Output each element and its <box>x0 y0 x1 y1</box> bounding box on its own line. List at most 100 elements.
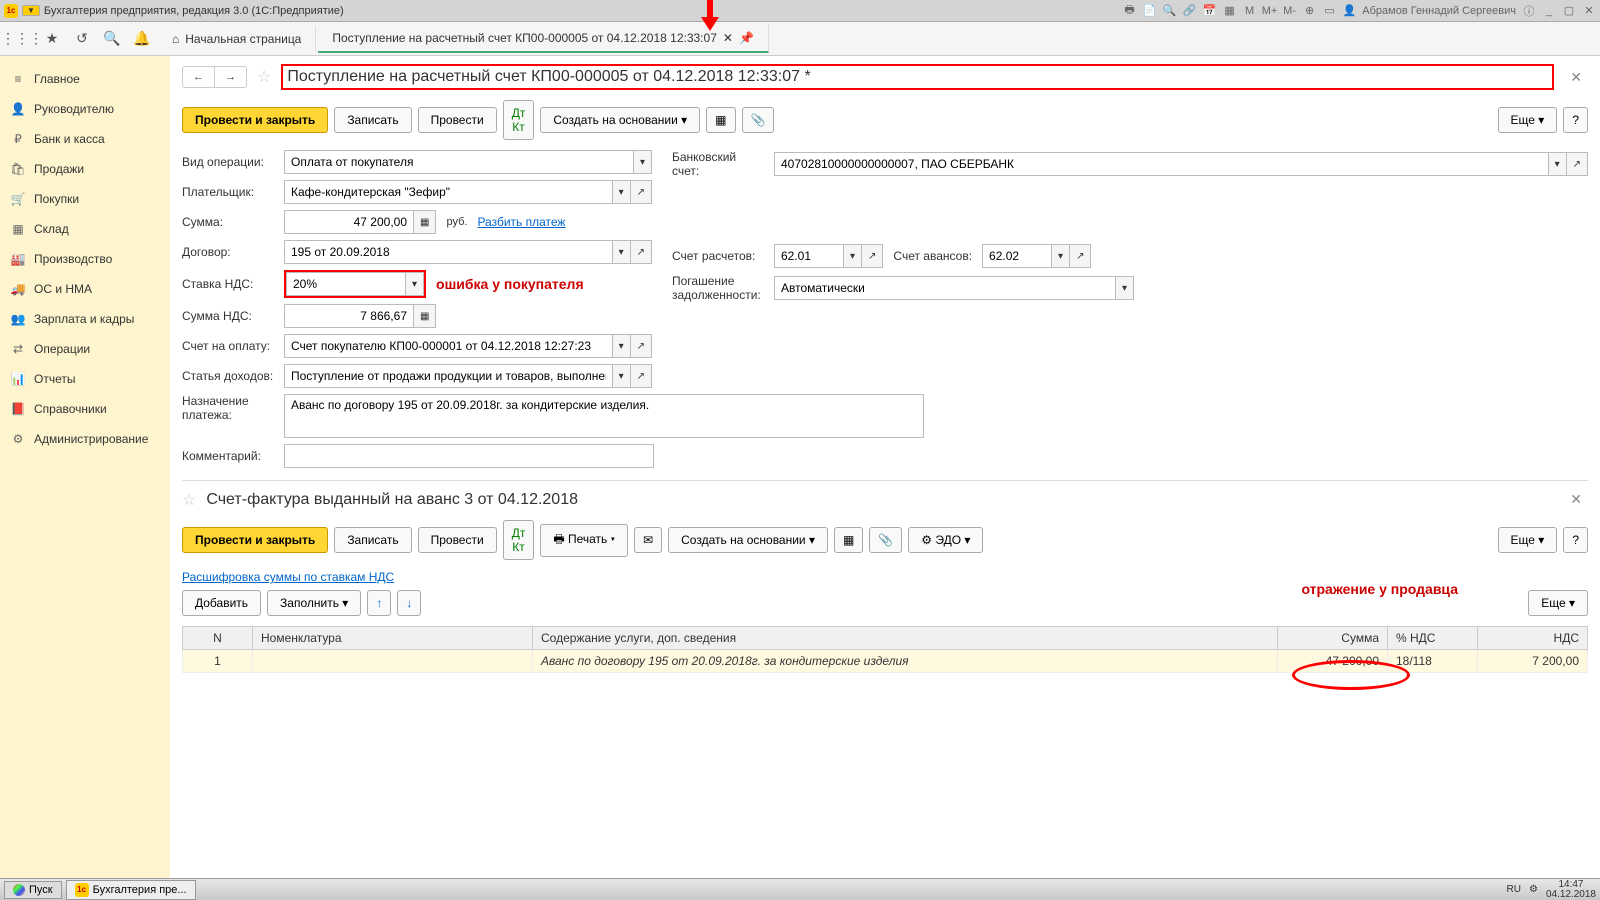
doc2-email-button[interactable]: ✉ <box>634 527 662 553</box>
operation-dropdown[interactable]: ▾ <box>634 150 652 174</box>
sidebar-item-reports[interactable]: 📊Отчеты <box>0 364 170 394</box>
calc-icon[interactable]: 📅 <box>1203 4 1217 18</box>
advance-account-input[interactable] <box>982 244 1052 268</box>
settle-account-input[interactable] <box>774 244 844 268</box>
comment-input[interactable] <box>284 444 654 468</box>
fill-button[interactable]: Заполнить ▾ <box>267 590 361 616</box>
post-button[interactable]: Провести <box>418 107 497 133</box>
magnify-icon[interactable]: 🔍 <box>98 25 126 53</box>
m-icon[interactable]: M <box>1243 4 1257 18</box>
doc2-dt-kt-button[interactable]: ДтКт <box>503 520 535 560</box>
close-icon[interactable]: ✕ <box>1582 4 1596 18</box>
dt-kt-button[interactable]: ДтКт <box>503 100 535 140</box>
tab-current-doc[interactable]: Поступление на расчетный счет КП00-00000… <box>318 25 769 53</box>
doc2-attach-button[interactable]: 📎 <box>869 527 902 553</box>
sidebar-item-assets[interactable]: 🚚ОС и НМА <box>0 274 170 304</box>
tray-icon[interactable]: ⚙ <box>1529 884 1538 895</box>
advance-open[interactable]: ↗ <box>1070 244 1091 268</box>
advance-dropdown[interactable]: ▾ <box>1052 244 1070 268</box>
sidebar-item-sales[interactable]: 🛍Продажи <box>0 154 170 184</box>
doc2-print-button[interactable]: 🖶 Печать ▾ <box>540 524 628 557</box>
star-icon[interactable]: ★ <box>38 25 66 53</box>
tab-close-icon[interactable]: ✕ <box>723 31 733 45</box>
invoice-input[interactable] <box>284 334 613 358</box>
nav-forward[interactable]: → <box>215 67 246 87</box>
taskbar-app-button[interactable]: 1c Бухгалтерия пре... <box>66 880 196 900</box>
print-icon[interactable]: 🖶 <box>1123 4 1137 18</box>
doc2-star-icon[interactable]: ☆ <box>182 490 196 510</box>
bank-account-input[interactable] <box>774 152 1549 176</box>
m-minus-icon[interactable]: M- <box>1283 4 1297 18</box>
doc2-create-based-button[interactable]: Создать на основании ▾ <box>668 527 828 553</box>
move-up-button[interactable]: ↑ <box>367 590 391 616</box>
m-plus-icon[interactable]: M+ <box>1263 4 1277 18</box>
payer-dropdown[interactable]: ▾ <box>613 180 631 204</box>
payer-open[interactable]: ↗ <box>631 180 652 204</box>
doc2-post-close-button[interactable]: Провести и закрыть <box>182 527 328 553</box>
settle-open[interactable]: ↗ <box>862 244 883 268</box>
operation-input[interactable] <box>284 150 634 174</box>
maximize-icon[interactable]: ▢ <box>1562 4 1576 18</box>
doc2-structure-button[interactable]: ▦ <box>834 527 863 553</box>
nav-back[interactable]: ← <box>183 67 215 87</box>
income-input[interactable] <box>284 364 613 388</box>
sum-input[interactable] <box>284 210 414 234</box>
sidebar-item-operations[interactable]: ⇄Операции <box>0 334 170 364</box>
purpose-textarea[interactable]: Аванс по договору 195 от 20.09.2018г. за… <box>284 394 924 438</box>
debt-input[interactable] <box>774 276 1116 300</box>
payer-input[interactable] <box>284 180 613 204</box>
search-icon[interactable]: 🔍 <box>1163 4 1177 18</box>
sidebar-item-warehouse[interactable]: ▦Склад <box>0 214 170 244</box>
vat-sum-calc-icon[interactable]: ▦ <box>414 304 436 328</box>
history-icon[interactable]: ↺ <box>68 25 96 53</box>
sidebar-item-admin[interactable]: ⚙Администрирование <box>0 424 170 454</box>
bank-account-dropdown[interactable]: ▾ <box>1549 152 1567 176</box>
tab-pin-icon[interactable]: 📌 <box>739 31 754 45</box>
zoom-icon[interactable]: ⊕ <box>1303 4 1317 18</box>
favorite-star-icon[interactable]: ☆ <box>257 67 271 87</box>
sidebar-icon[interactable]: ▭ <box>1323 4 1337 18</box>
debt-dropdown[interactable]: ▾ <box>1116 276 1134 300</box>
move-down-button[interactable]: ↓ <box>397 590 421 616</box>
sidebar-item-purchases[interactable]: 🛒Покупки <box>0 184 170 214</box>
bank-account-open[interactable]: ↗ <box>1567 152 1588 176</box>
settle-dropdown[interactable]: ▾ <box>844 244 862 268</box>
sidebar-item-directories[interactable]: 📕Справочники <box>0 394 170 424</box>
vat-rate-dropdown[interactable]: ▾ <box>406 272 424 296</box>
vat-rate-input[interactable] <box>286 272 406 296</box>
tab-home[interactable]: ⌂ Начальная страница <box>158 26 316 52</box>
doc2-close[interactable]: ✕ <box>1564 489 1588 510</box>
attach-button[interactable]: 📎 <box>742 107 775 133</box>
app-menu-dropdown[interactable]: ▼ <box>22 5 40 16</box>
sum-calc-icon[interactable]: ▦ <box>414 210 436 234</box>
start-button[interactable]: Пуск <box>4 881 62 899</box>
lang-indicator[interactable]: RU <box>1507 884 1521 895</box>
doc2-more-button[interactable]: Еще ▾ <box>1498 527 1558 553</box>
doc2-post-button[interactable]: Провести <box>418 527 497 553</box>
sidebar-item-bank[interactable]: ₽Банк и касса <box>0 124 170 154</box>
doc2-save-button[interactable]: Записать <box>334 527 411 553</box>
contract-dropdown[interactable]: ▾ <box>613 240 631 264</box>
sidebar-item-main[interactable]: ≡Главное <box>0 64 170 94</box>
sidebar-item-director[interactable]: 👤Руководителю <box>0 94 170 124</box>
sidebar-item-salary[interactable]: 👥Зарплата и кадры <box>0 304 170 334</box>
link-icon[interactable]: 🔗 <box>1183 4 1197 18</box>
tool-icon[interactable]: 📄 <box>1143 4 1157 18</box>
doc1-close[interactable]: ✕ <box>1564 67 1588 88</box>
more-button[interactable]: Еще ▾ <box>1498 107 1558 133</box>
invoice-dropdown[interactable]: ▾ <box>613 334 631 358</box>
info-icon[interactable]: ⓘ <box>1522 4 1536 18</box>
split-payment-link[interactable]: Разбить платеж <box>477 215 565 229</box>
add-button[interactable]: Добавить <box>182 590 261 616</box>
create-based-button[interactable]: Создать на основании ▾ <box>540 107 700 133</box>
minimize-icon[interactable]: _ <box>1542 4 1556 18</box>
contract-open[interactable]: ↗ <box>631 240 652 264</box>
contract-input[interactable] <box>284 240 613 264</box>
vat-sum-input[interactable] <box>284 304 414 328</box>
calendar-icon[interactable]: ▦ <box>1223 4 1237 18</box>
help-button[interactable]: ? <box>1563 107 1588 133</box>
doc2-help-button[interactable]: ? <box>1563 527 1588 553</box>
apps-grid-icon[interactable]: ⋮⋮⋮ <box>8 25 36 53</box>
income-dropdown[interactable]: ▾ <box>613 364 631 388</box>
save-button[interactable]: Записать <box>334 107 411 133</box>
